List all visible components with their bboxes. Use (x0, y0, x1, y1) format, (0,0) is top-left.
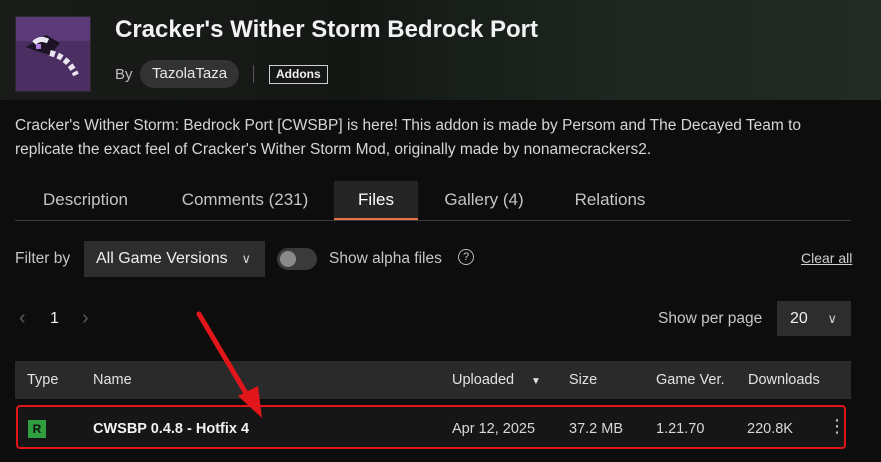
tab-relations[interactable]: Relations (556, 181, 664, 220)
chevron-down-icon: ∨ (827, 311, 837, 326)
current-page-number[interactable]: 1 (50, 310, 59, 328)
category-tag[interactable]: Addons (269, 65, 328, 84)
by-label: By (115, 66, 133, 83)
table-row[interactable]: R CWSBP 0.4.8 - Hotfix 4 Apr 12, 2025 37… (16, 405, 846, 449)
author-link[interactable]: TazolaTaza (140, 60, 240, 88)
header-game-version[interactable]: Game Ver. (656, 372, 725, 388)
tab-gallery[interactable]: Gallery (4) (431, 181, 537, 220)
game-version-select[interactable]: All Game Versions ∨ (84, 241, 265, 277)
file-size: 37.2 MB (569, 421, 623, 437)
header-downloads[interactable]: Downloads (748, 372, 820, 388)
file-game-version: 1.21.70 (656, 421, 705, 437)
header-uploaded[interactable]: Uploaded (452, 372, 514, 388)
filter-label: Filter by (15, 250, 71, 267)
per-page-label: Show per page (658, 310, 763, 327)
header-size[interactable]: Size (569, 372, 597, 388)
wither-storm-logo-icon (16, 17, 90, 91)
tab-description[interactable]: Description (15, 181, 156, 220)
tab-comments[interactable]: Comments (231) (165, 181, 325, 220)
chevron-left-icon[interactable]: ‹ (19, 307, 26, 330)
per-page-value: 20 (790, 310, 808, 327)
chevron-right-icon[interactable]: › (82, 307, 89, 330)
header-divider (253, 65, 254, 83)
alpha-files-toggle[interactable] (277, 248, 317, 270)
file-name[interactable]: CWSBP 0.4.8 - Hotfix 4 (93, 421, 249, 437)
sort-down-icon[interactable]: ▼ (531, 376, 541, 387)
kebab-menu-icon[interactable]: ⋮ (828, 417, 846, 435)
release-type-badge: R (28, 420, 46, 438)
help-circle-icon[interactable]: ? (458, 249, 474, 265)
header-background (0, 0, 881, 100)
file-downloads: 220.8K (747, 421, 793, 437)
clear-all-link[interactable]: Clear all (801, 250, 852, 266)
header-type: Type (27, 372, 59, 388)
project-tabs: Description Comments (231) Files Gallery… (15, 181, 851, 221)
tab-files[interactable]: Files (334, 181, 418, 220)
project-title: Cracker's Wither Storm Bedrock Port (115, 16, 538, 43)
chevron-down-icon: ∨ (241, 251, 251, 266)
game-version-select-value: All Game Versions (96, 250, 228, 267)
per-page-select[interactable]: 20 ∨ (777, 301, 851, 336)
files-table-header: Type Name Uploaded ▼ Size Game Ver. Down… (15, 361, 851, 399)
alpha-files-label: Show alpha files (329, 250, 442, 267)
file-uploaded: Apr 12, 2025 (452, 421, 536, 437)
header-name[interactable]: Name (93, 372, 132, 388)
project-avatar (15, 16, 91, 92)
project-description: Cracker's Wither Storm: Bedrock Port [CW… (15, 117, 802, 158)
toggle-knob (280, 251, 296, 267)
